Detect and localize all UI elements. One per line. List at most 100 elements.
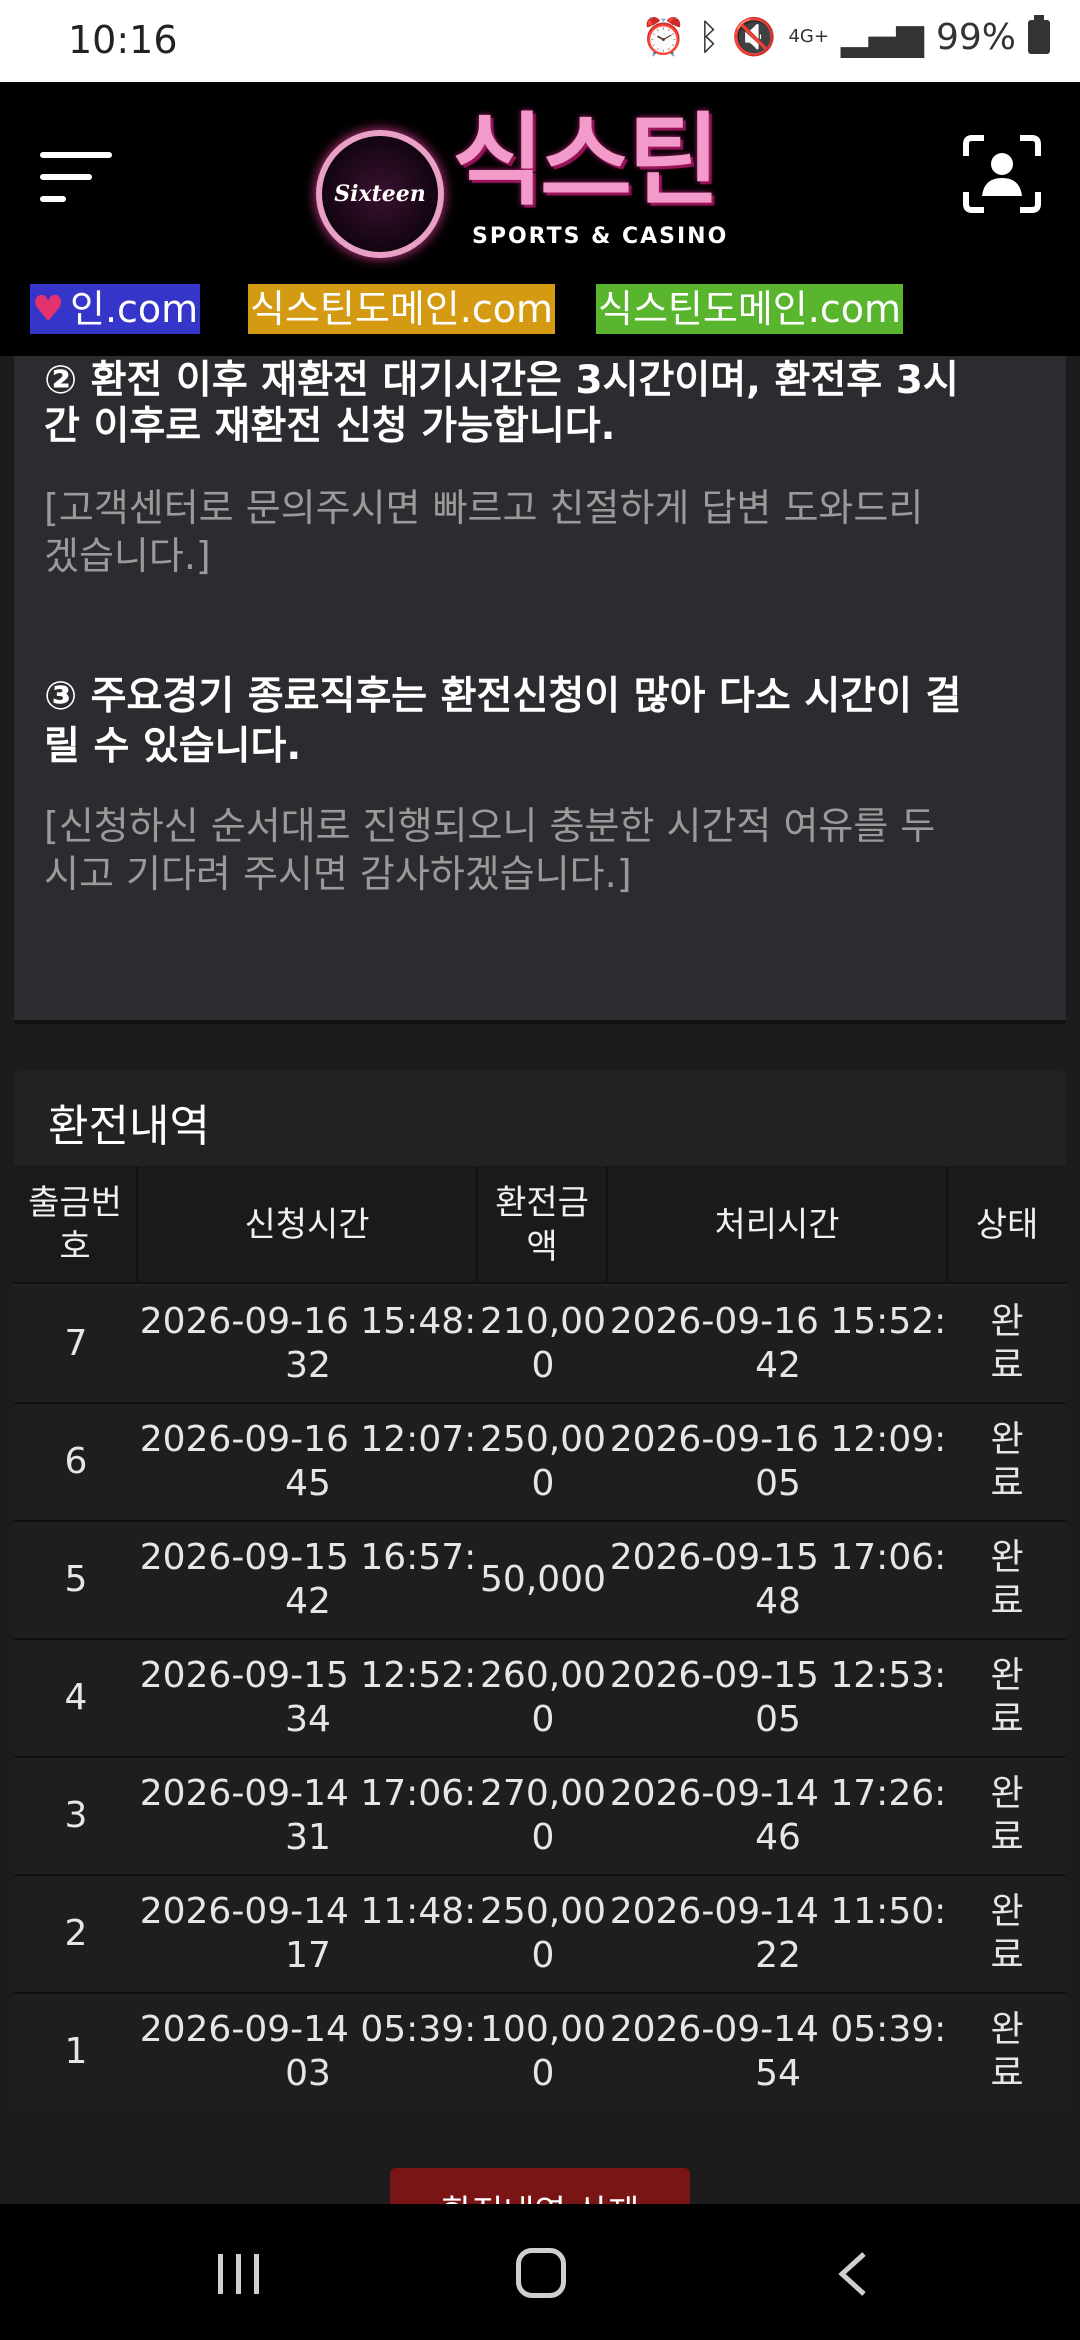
cell-text: 50,000: [480, 1559, 606, 1600]
cell-no: 7: [14, 1286, 138, 1402]
cell-text: 완: [990, 1773, 1024, 1814]
cell-text: 31: [285, 1817, 331, 1858]
cell-text: 2026-09-16 15:52:: [609, 1301, 947, 1342]
cell-text: 0: [531, 1345, 555, 1386]
notice-item-3-title-line1: ③ 주요경기 종료직후는 환전신청이 많아 다소 시간이 걸: [44, 674, 962, 719]
header-text: 처리시간: [714, 1205, 840, 1245]
status-bar: 10:16 ⏰ ᛒ 🔇 4G+ ▂▄▆ 99%: [0, 0, 1080, 82]
notice-item-2-sub-line1: [고객센터로 문의주시면 빠르고 친절하게 답변 도와드리: [44, 486, 924, 530]
cell-process-time: 2026-09-15 17:06: 48: [608, 1522, 948, 1638]
section-title: 환전내역: [48, 1101, 210, 1152]
cell-request-time: 2026-09-14 17:06: 31: [138, 1758, 478, 1874]
cell-process-time: 2026-09-16 12:09: 05: [608, 1404, 948, 1520]
cell-no: 4: [14, 1640, 138, 1756]
logo-subtitle: SPORTS & CASINO: [472, 224, 729, 249]
cell-text: 46: [755, 1817, 801, 1858]
cell-text: 료: [990, 2053, 1024, 2094]
cell-no: 5: [14, 1522, 138, 1638]
header-text: 상태: [975, 1205, 1039, 1245]
cell-text: 0: [531, 1699, 555, 1740]
site-logo[interactable]: Sixteen 식스틴 SPORTS & CASINO: [312, 100, 768, 260]
notice-item-2-sub-line2: 겠습니다.]: [44, 534, 211, 578]
cell-text: 료: [990, 1581, 1024, 1622]
cell-amount: 270,00 0: [478, 1758, 608, 1874]
exchange-history: 환전내역 출금번 호 신청시간 환전금 액 처리시간 상태 7 2026-09-16 …: [14, 1070, 1066, 2106]
cell-status: 완료: [948, 1994, 1066, 2106]
cell-text: 42: [285, 1581, 331, 1622]
notice-item-3-sub-line2: 시고 기다려 주시면 감사하겠습니다.]: [44, 852, 632, 896]
cell-text: 완: [990, 2009, 1024, 2050]
cell-status: 완료: [948, 1522, 1066, 1638]
column-header-amount: 환전금 액: [478, 1166, 608, 1284]
cell-text: 0: [531, 1817, 555, 1858]
cell-text: 0: [531, 1463, 555, 1504]
cell-text: 2026-09-15 12:53:: [609, 1655, 947, 1696]
cell-text: 료: [990, 1463, 1024, 1504]
cell-text: 4: [64, 1677, 88, 1718]
exchange-notice: ② 환전 이후 재환전 대기시간은 3시간이며, 환전후 3시 간 이후로 재환…: [14, 356, 1066, 1024]
cell-text: 0: [531, 2053, 555, 2094]
battery-percent: 99%: [935, 16, 1016, 58]
logo-emblem: Sixteen: [316, 130, 444, 258]
cell-text: 2026-09-16 15:48:: [139, 1301, 477, 1342]
cell-text: 2026-09-15 12:52:: [139, 1655, 477, 1696]
cell-request-time: 2026-09-15 16:57: 42: [138, 1522, 478, 1638]
cell-text: 34: [285, 1699, 331, 1740]
cell-no: 3: [14, 1758, 138, 1874]
mute-icon: 🔇: [731, 17, 777, 58]
table-row: 1 2026-09-14 05:39: 03 100,00 0 2026-09-14 05…: [14, 1994, 1066, 2106]
cell-process-time: 2026-09-14 05:39: 54: [608, 1994, 948, 2106]
cell-text: 2026-09-14 17:26:: [609, 1773, 947, 1814]
hamburger-icon[interactable]: [40, 142, 118, 210]
header-text: 호: [59, 1227, 91, 1267]
domain-link-1[interactable]: ♥ 인.com: [30, 284, 201, 334]
domain-link-2[interactable]: 식스틴도메인.com: [248, 284, 555, 334]
cell-text: 1: [64, 2031, 88, 2072]
cell-text: 5: [64, 1559, 88, 1600]
cell-status: 완료: [948, 1286, 1066, 1402]
cell-text: 45: [285, 1463, 331, 1504]
cell-text: 2026-09-15 17:06:: [609, 1537, 947, 1578]
logo-text: 식스틴: [452, 102, 720, 219]
table-row: 7 2026-09-16 15:48: 32 210,00 0 2026-09-16 15…: [14, 1286, 1066, 1404]
back-icon[interactable]: [832, 2250, 872, 2298]
cell-text: 260,00: [480, 1655, 606, 1696]
cell-text: 48: [755, 1581, 801, 1622]
cell-amount: 250,00 0: [478, 1404, 608, 1520]
battery-icon: [1028, 15, 1050, 54]
cell-text: 완: [990, 1301, 1024, 1342]
notice-item-3-sub-line1: [신청하신 순서대로 진행되오니 충분한 시간적 여유를 두: [44, 804, 936, 848]
cell-text: 료: [990, 1345, 1024, 1386]
alarm-icon: ⏰: [641, 17, 686, 58]
cell-amount: 50,000: [478, 1522, 608, 1638]
cell-text: 2026-09-16 12:07:: [139, 1419, 477, 1460]
cell-text: 료: [990, 1699, 1024, 1740]
cell-text: 100,00: [480, 2009, 606, 2050]
cell-text: 완: [990, 1419, 1024, 1460]
domain-link-3[interactable]: 식스틴도메인.com: [596, 284, 903, 334]
table-row: 2 2026-09-14 11:48: 17 250,00 0 2026-09-14 11…: [14, 1876, 1066, 1994]
cell-text: 250,00: [480, 1419, 606, 1460]
cell-text: 2026-09-14 11:48:: [139, 1891, 477, 1932]
column-header-process-time: 처리시간: [608, 1166, 948, 1284]
home-icon[interactable]: [516, 2248, 566, 2298]
cell-process-time: 2026-09-14 17:26: 46: [608, 1758, 948, 1874]
cell-text: 22: [755, 1935, 801, 1976]
cell-process-time: 2026-09-16 15:52: 42: [608, 1286, 948, 1402]
recent-apps-icon[interactable]: [218, 2254, 262, 2294]
cell-status: 완료: [948, 1640, 1066, 1756]
cell-text: 7: [64, 1323, 88, 1364]
cell-status: 완료: [948, 1404, 1066, 1520]
cell-text: 210,00: [480, 1301, 606, 1342]
table-row: 4 2026-09-15 12:52: 34 260,00 0 2026-09-15 12…: [14, 1640, 1066, 1758]
table-row: 6 2026-09-16 12:07: 45 250,00 0 2026-09-16 12…: [14, 1404, 1066, 1522]
cell-text: 완: [990, 1537, 1024, 1578]
site-header: Sixteen 식스틴 SPORTS & CASINO: [0, 82, 1080, 270]
signal-icon: ▂▄▆: [840, 16, 924, 58]
cell-text: 54: [755, 2053, 801, 2094]
domain-links: ♥ 인.com 식스틴도메인.com 식스틴도메인.com: [0, 270, 1080, 356]
cell-text: 2026-09-14 11:50:: [609, 1891, 947, 1932]
table-row: 3 2026-09-14 17:06: 31 270,00 0 2026-09-14 17…: [14, 1758, 1066, 1876]
user-scan-icon[interactable]: [962, 134, 1042, 214]
cell-amount: 210,00 0: [478, 1286, 608, 1402]
